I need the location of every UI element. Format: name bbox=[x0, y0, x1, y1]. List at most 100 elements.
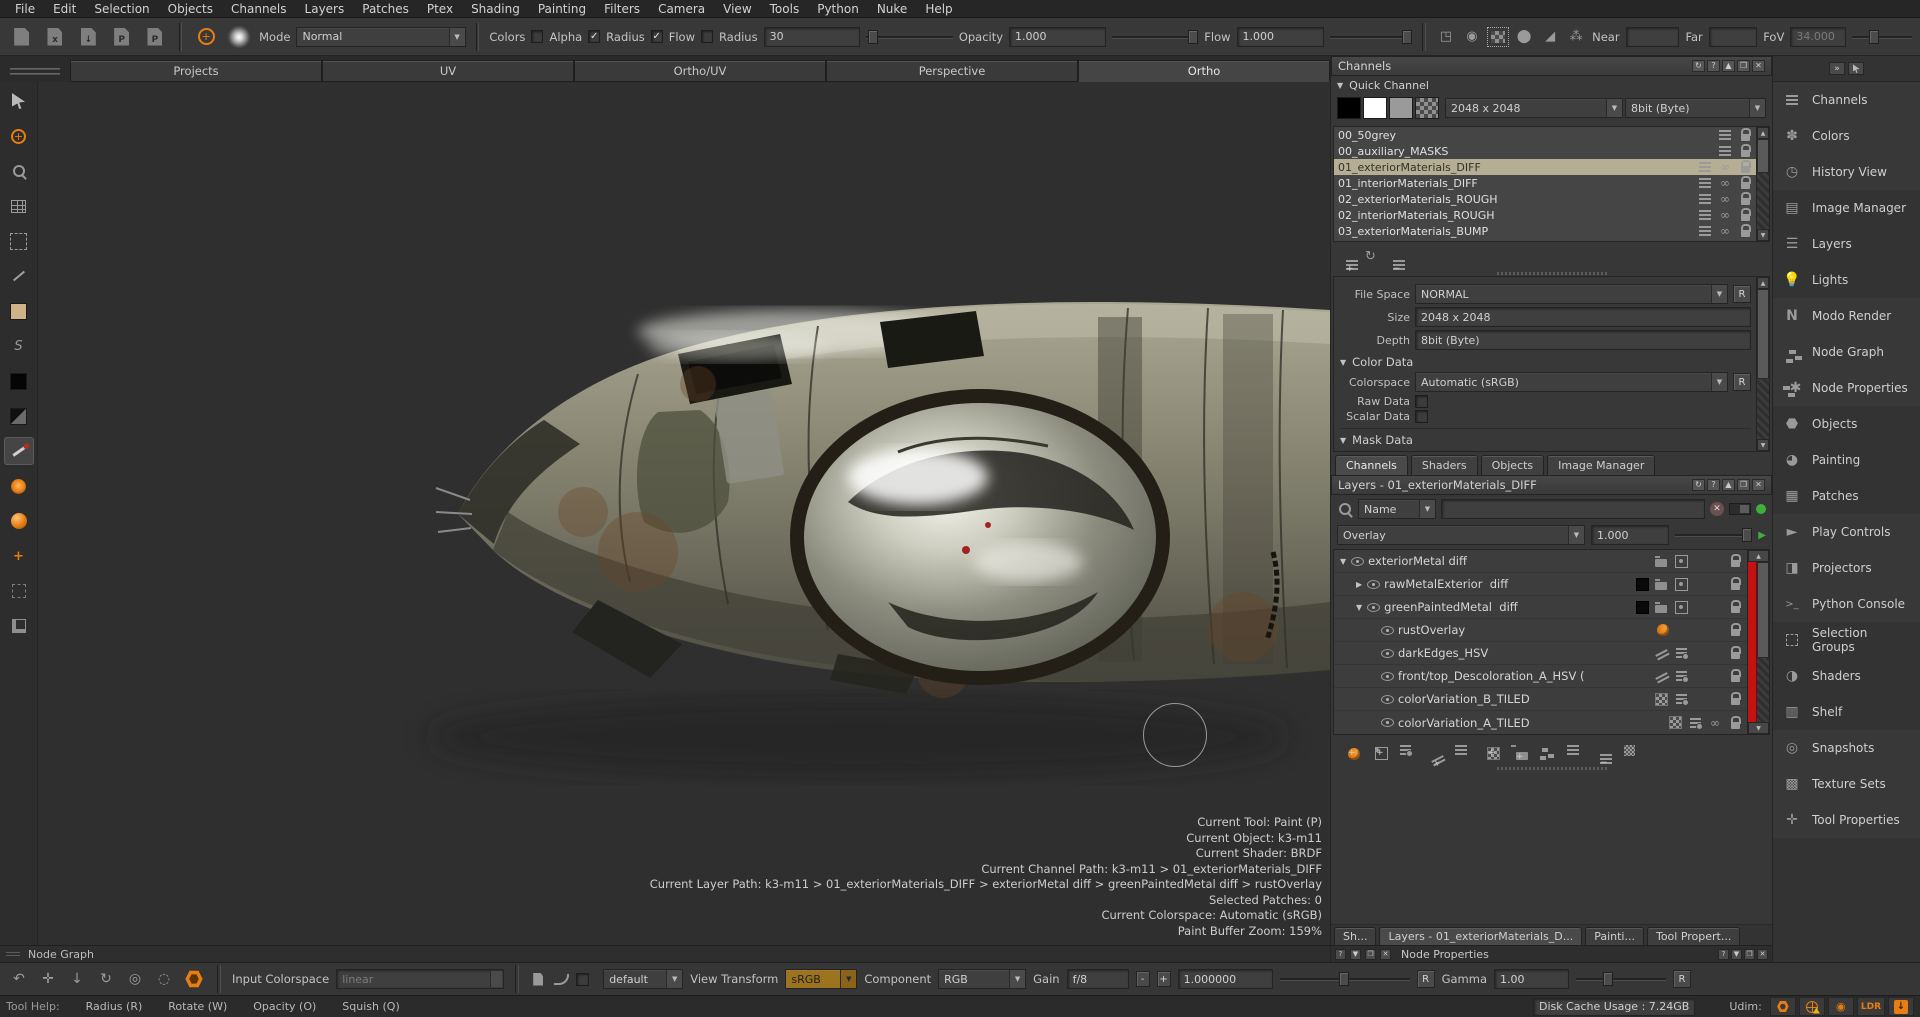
scrollbar-thumb[interactable] bbox=[1757, 562, 1769, 658]
channel-row[interactable]: 03_exteriorMaterials_BUMP bbox=[1334, 223, 1769, 239]
tool-paint-through[interactable] bbox=[5, 473, 33, 499]
channel-list-scrollbar[interactable]: ▲ ▼ bbox=[1756, 127, 1769, 241]
sidebar-item-objects[interactable]: ⬣Objects bbox=[1773, 406, 1920, 442]
tool-crop[interactable] bbox=[5, 613, 33, 639]
menu-ptex[interactable]: Ptex bbox=[418, 1, 462, 17]
udim-target-button[interactable]: ◉ bbox=[1828, 997, 1854, 1016]
scroll-down-icon[interactable]: ▼ bbox=[1748, 722, 1769, 734]
lock-icon[interactable] bbox=[1737, 144, 1753, 158]
menu-python[interactable]: Python bbox=[808, 1, 868, 17]
add-mask-button[interactable] bbox=[1369, 743, 1385, 757]
tab-projects[interactable]: Projects bbox=[70, 60, 322, 82]
visibility-eye-icon[interactable] bbox=[1380, 716, 1394, 730]
lock-icon[interactable] bbox=[1737, 128, 1753, 142]
tab-uv[interactable]: UV bbox=[322, 60, 574, 82]
radius-input[interactable]: 30 bbox=[764, 27, 861, 47]
channel-row[interactable]: 02_interiorMaterials_ROUGH bbox=[1334, 207, 1769, 223]
visibility-eye-icon[interactable] bbox=[1380, 646, 1394, 660]
link-icon[interactable] bbox=[1717, 208, 1733, 222]
filter-field-dropdown[interactable]: Name▼ bbox=[1358, 499, 1436, 519]
panel-help-icon[interactable]: ? bbox=[1707, 479, 1720, 491]
paint-target-button[interactable] bbox=[182, 967, 206, 991]
menu-objects[interactable]: Objects bbox=[159, 1, 222, 17]
lock-icon[interactable] bbox=[1737, 208, 1753, 222]
display-device-dropdown[interactable]: default▼ bbox=[603, 969, 683, 989]
opacity-slider[interactable] bbox=[1112, 30, 1199, 44]
tab-objects[interactable]: Objects bbox=[1481, 455, 1545, 475]
list-view-button[interactable] bbox=[1565, 743, 1581, 757]
visibility-eye-icon[interactable] bbox=[1380, 669, 1394, 683]
menu-patches[interactable]: Patches bbox=[353, 1, 418, 17]
channels-panel-titlebar[interactable]: Channels ↻ ? ▲ ❐ ✕ bbox=[1331, 56, 1772, 76]
link-icon[interactable] bbox=[1717, 176, 1733, 190]
tool-zoom[interactable] bbox=[5, 158, 33, 184]
scroll-up-icon[interactable]: ▲ bbox=[1757, 277, 1769, 289]
panel-close-icon[interactable]: ✕ bbox=[1752, 479, 1765, 491]
visibility-eye-icon[interactable] bbox=[1366, 600, 1380, 614]
sidebar-item-projectors[interactable]: ◨Projectors bbox=[1773, 550, 1920, 586]
layer-row[interactable]: rustOverlay bbox=[1334, 619, 1769, 642]
brush-tip-preview[interactable] bbox=[226, 24, 253, 50]
color-data-section[interactable]: ▼ Color Data bbox=[1340, 355, 1751, 369]
panel-collapse-icon[interactable]: ▼ bbox=[1731, 949, 1742, 960]
panel-help-icon[interactable]: ? bbox=[1335, 949, 1346, 960]
layer-row[interactable]: darkEdges_HSV bbox=[1334, 642, 1769, 665]
menu-nuke[interactable]: Nuke bbox=[868, 1, 917, 17]
lut-curve-icon[interactable] bbox=[553, 972, 569, 986]
sidebar-item-node-graph[interactable]: Node Graph bbox=[1773, 334, 1920, 370]
udim-export-button[interactable]: ↓ bbox=[1888, 997, 1914, 1016]
menu-tools[interactable]: Tools bbox=[761, 1, 809, 17]
visibility-eye-icon[interactable] bbox=[1380, 692, 1394, 706]
shading-triangle-icon[interactable]: ◢ bbox=[1540, 28, 1560, 46]
near-input[interactable] bbox=[1626, 27, 1680, 47]
input-colorspace-field[interactable]: linear bbox=[336, 969, 504, 989]
scalar-data-checkbox[interactable] bbox=[1415, 410, 1428, 423]
play-icon[interactable]: ▶ bbox=[1758, 530, 1766, 541]
menu-shading[interactable]: Shading bbox=[462, 1, 529, 17]
flow-slider[interactable] bbox=[1330, 30, 1412, 44]
expander-open-icon[interactable]: ▼ bbox=[1356, 603, 1362, 612]
menu-filters[interactable]: Filters bbox=[595, 1, 649, 17]
radius-slider-handle[interactable] bbox=[868, 30, 878, 44]
sidebar-item-selection-groups[interactable]: Selection Groups bbox=[1773, 622, 1920, 658]
sidebar-item-image-manager[interactable]: ▤Image Manager bbox=[1773, 190, 1920, 226]
tool-slice[interactable] bbox=[5, 263, 33, 289]
swap-colors-button[interactable]: S bbox=[5, 333, 33, 359]
rotate-icon[interactable]: ↻ bbox=[95, 971, 117, 987]
opacity-slider-handle[interactable] bbox=[1188, 30, 1198, 44]
opacity-input[interactable]: 1.000 bbox=[1009, 27, 1106, 47]
filter-enabled-indicator[interactable] bbox=[1756, 504, 1766, 514]
add-paint-layer-button[interactable] bbox=[1341, 743, 1357, 757]
blend-amount-input[interactable]: 1.000 bbox=[1591, 525, 1669, 545]
quick-channel-header[interactable]: ▼ Quick Channel bbox=[1331, 76, 1772, 94]
gain-minus-button[interactable]: - bbox=[1136, 971, 1150, 987]
layer-mask-swatch[interactable] bbox=[1636, 578, 1649, 591]
thumbnail-grid-button[interactable] bbox=[1621, 743, 1637, 757]
menu-view[interactable]: View bbox=[714, 1, 760, 17]
sidebar-item-lights[interactable]: 💡Lights bbox=[1773, 262, 1920, 298]
panel-float-icon[interactable]: ❐ bbox=[1737, 60, 1750, 72]
layer-search-input[interactable] bbox=[1441, 499, 1705, 519]
udim-hexagon-button[interactable] bbox=[1770, 997, 1796, 1016]
tool-clone-stamp[interactable] bbox=[5, 508, 33, 534]
undo-history-button[interactable]: P bbox=[108, 24, 135, 50]
tool-patch-grid[interactable] bbox=[5, 193, 33, 219]
save-project-button[interactable]: ↓ bbox=[75, 24, 102, 50]
swatch-foreground[interactable] bbox=[5, 298, 33, 324]
gamma-slider[interactable] bbox=[1576, 972, 1666, 986]
transparent-swatch[interactable] bbox=[1415, 97, 1439, 119]
gain-slider[interactable] bbox=[1280, 972, 1410, 986]
gain-slider-handle[interactable] bbox=[1339, 972, 1349, 986]
layer-row[interactable]: ▼exteriorMetal diff bbox=[1334, 550, 1769, 573]
redo-history-button[interactable]: P bbox=[141, 24, 168, 50]
move-icon[interactable]: ✛ bbox=[37, 971, 59, 987]
node-properties-titlebar[interactable]: ? ▼ ❐ ✕ Node Properties ? ▼ ❐ ✕ bbox=[1331, 945, 1772, 962]
tab-shaders[interactable]: Shaders bbox=[1411, 455, 1478, 475]
lut-checkbox[interactable] bbox=[576, 973, 589, 986]
channel-row[interactable]: 02_exteriorMaterials_ROUGH bbox=[1334, 191, 1769, 207]
colors-checkbox[interactable] bbox=[531, 30, 543, 43]
gain-value-field[interactable]: 1.000000 bbox=[1178, 969, 1273, 989]
mask-data-section[interactable]: ▼ Mask Data bbox=[1340, 428, 1751, 447]
dotted-circle-icon[interactable]: ◌ bbox=[153, 971, 175, 987]
node-graph-titlebar[interactable]: Node Graph bbox=[0, 945, 1330, 962]
